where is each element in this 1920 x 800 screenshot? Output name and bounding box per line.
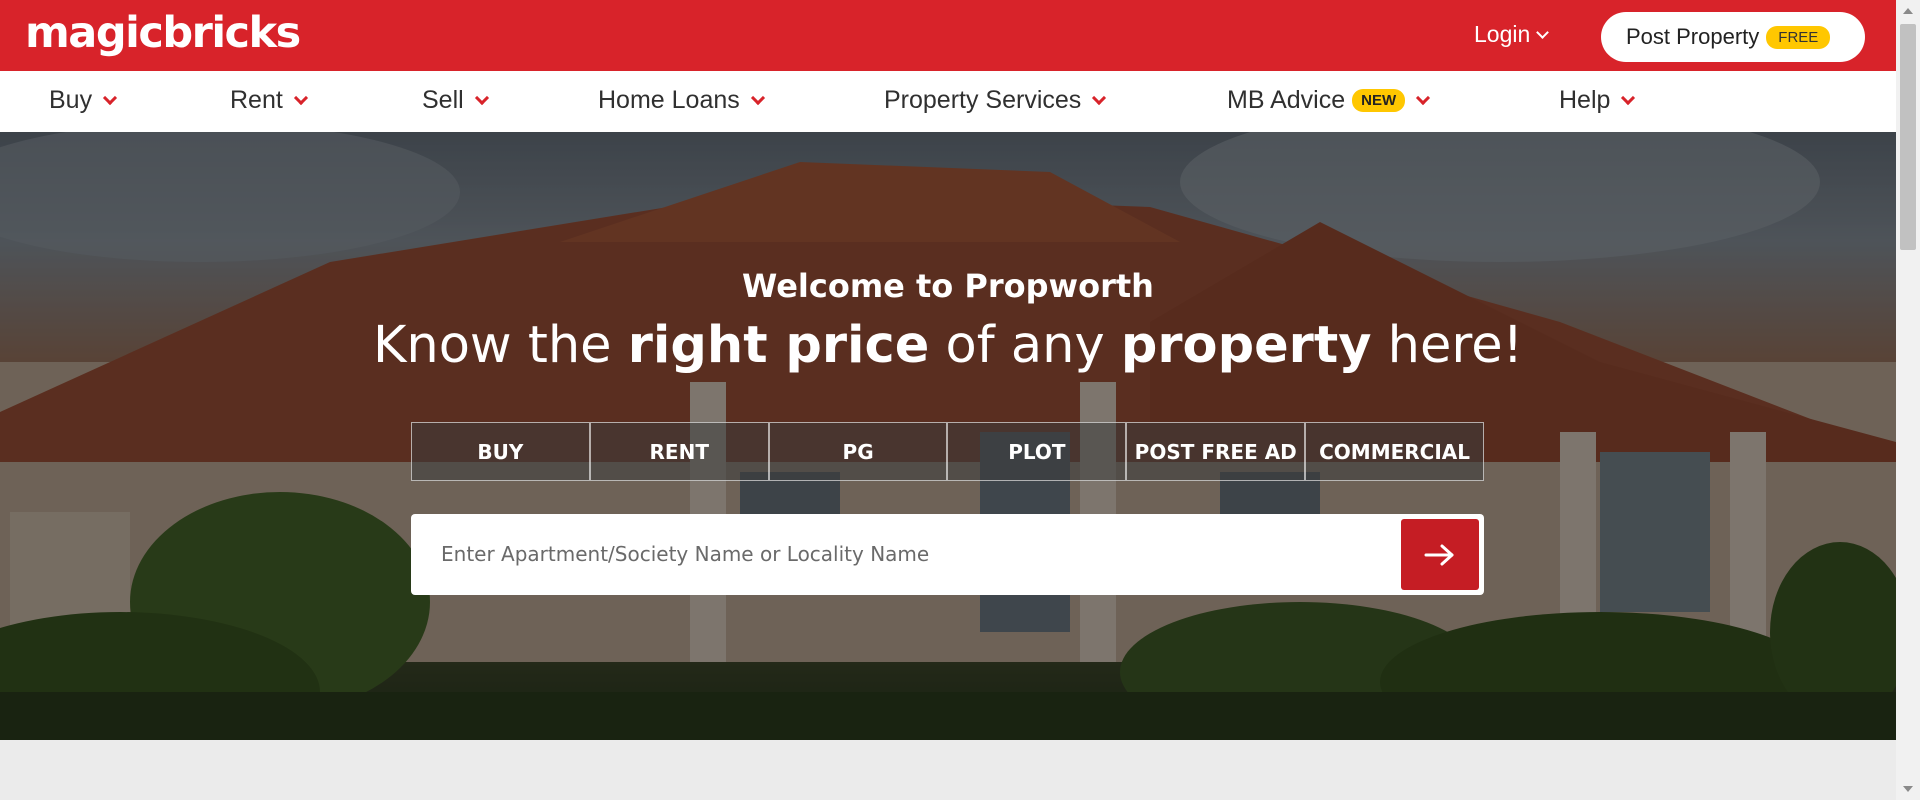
chevron-down-icon bbox=[1092, 90, 1107, 105]
tab-pg[interactable]: PG bbox=[768, 422, 948, 481]
scroll-thumb[interactable] bbox=[1900, 24, 1916, 250]
tab-buy[interactable]: BUY bbox=[411, 422, 590, 481]
top-bar: magicbricks Login Post Property FREE bbox=[0, 0, 1896, 71]
search-input[interactable] bbox=[441, 534, 1381, 574]
chevron-down-icon bbox=[1536, 25, 1550, 39]
nav-item-home-loans[interactable]: Home Loans bbox=[598, 86, 765, 115]
new-badge: NEW bbox=[1352, 89, 1406, 112]
tab-rent[interactable]: RENT bbox=[589, 422, 769, 481]
post-property-label: Post Property bbox=[1626, 24, 1760, 49]
page-scrollbar[interactable] bbox=[1896, 0, 1920, 800]
hero-headline: Know the right price of any property her… bbox=[0, 316, 1896, 375]
nav-item-rent[interactable]: Rent bbox=[230, 86, 308, 115]
nav-item-sell[interactable]: Sell bbox=[422, 86, 489, 115]
nav-item-buy[interactable]: Buy bbox=[49, 86, 118, 115]
search-box bbox=[411, 514, 1484, 595]
chevron-down-icon bbox=[474, 90, 489, 105]
headline-part: Know the bbox=[372, 316, 628, 375]
headline-bold-part: property bbox=[1120, 316, 1372, 375]
hero-banner: Welcome to Propworth Know the right pric… bbox=[0, 132, 1896, 740]
welcome-heading: Welcome to Propworth bbox=[742, 267, 1154, 305]
tab-commercial[interactable]: COMMERCIAL bbox=[1305, 422, 1484, 481]
main-nav: Buy Rent Sell Home Loans Property Servic… bbox=[0, 71, 1896, 132]
free-badge: FREE bbox=[1766, 25, 1831, 49]
nav-item-label: Sell bbox=[422, 86, 464, 114]
scroll-down-arrow-icon[interactable] bbox=[1903, 786, 1913, 792]
nav-item-property-services[interactable]: Property Services bbox=[884, 86, 1107, 115]
nav-item-mb-advice[interactable]: MB Advice NEW bbox=[1227, 86, 1431, 115]
headline-bold-part: right price bbox=[627, 316, 930, 375]
login-label: Login bbox=[1474, 21, 1531, 47]
nav-item-label: Help bbox=[1559, 86, 1611, 114]
tab-plot[interactable]: PLOT bbox=[947, 422, 1127, 481]
headline-part: here! bbox=[1371, 316, 1524, 375]
chevron-down-icon bbox=[1621, 90, 1636, 105]
chevron-down-icon bbox=[103, 90, 118, 105]
tab-post-free-ad[interactable]: POST FREE AD bbox=[1126, 422, 1306, 481]
nav-item-label: Property Services bbox=[884, 86, 1082, 114]
chevron-down-icon bbox=[750, 90, 765, 105]
login-button[interactable]: Login bbox=[1474, 21, 1550, 48]
arrow-right-icon bbox=[1424, 544, 1454, 565]
search-category-tabs: BUY RENT PG PLOT POST FREE AD COMMERCIAL bbox=[411, 422, 1484, 481]
nav-item-label: MB Advice bbox=[1227, 86, 1346, 114]
search-button[interactable] bbox=[1401, 519, 1479, 590]
post-property-button[interactable]: Post Property FREE bbox=[1601, 12, 1865, 62]
nav-item-label: Rent bbox=[230, 86, 283, 114]
nav-item-label: Buy bbox=[49, 86, 93, 114]
magicbricks-logo[interactable]: magicbricks bbox=[25, 8, 301, 58]
nav-item-help[interactable]: Help bbox=[1559, 86, 1636, 115]
nav-item-label: Home Loans bbox=[598, 86, 740, 114]
scroll-up-arrow-icon[interactable] bbox=[1903, 8, 1913, 14]
chevron-down-icon bbox=[293, 90, 308, 105]
chevron-down-icon bbox=[1416, 90, 1431, 105]
headline-part: of any bbox=[929, 316, 1121, 375]
